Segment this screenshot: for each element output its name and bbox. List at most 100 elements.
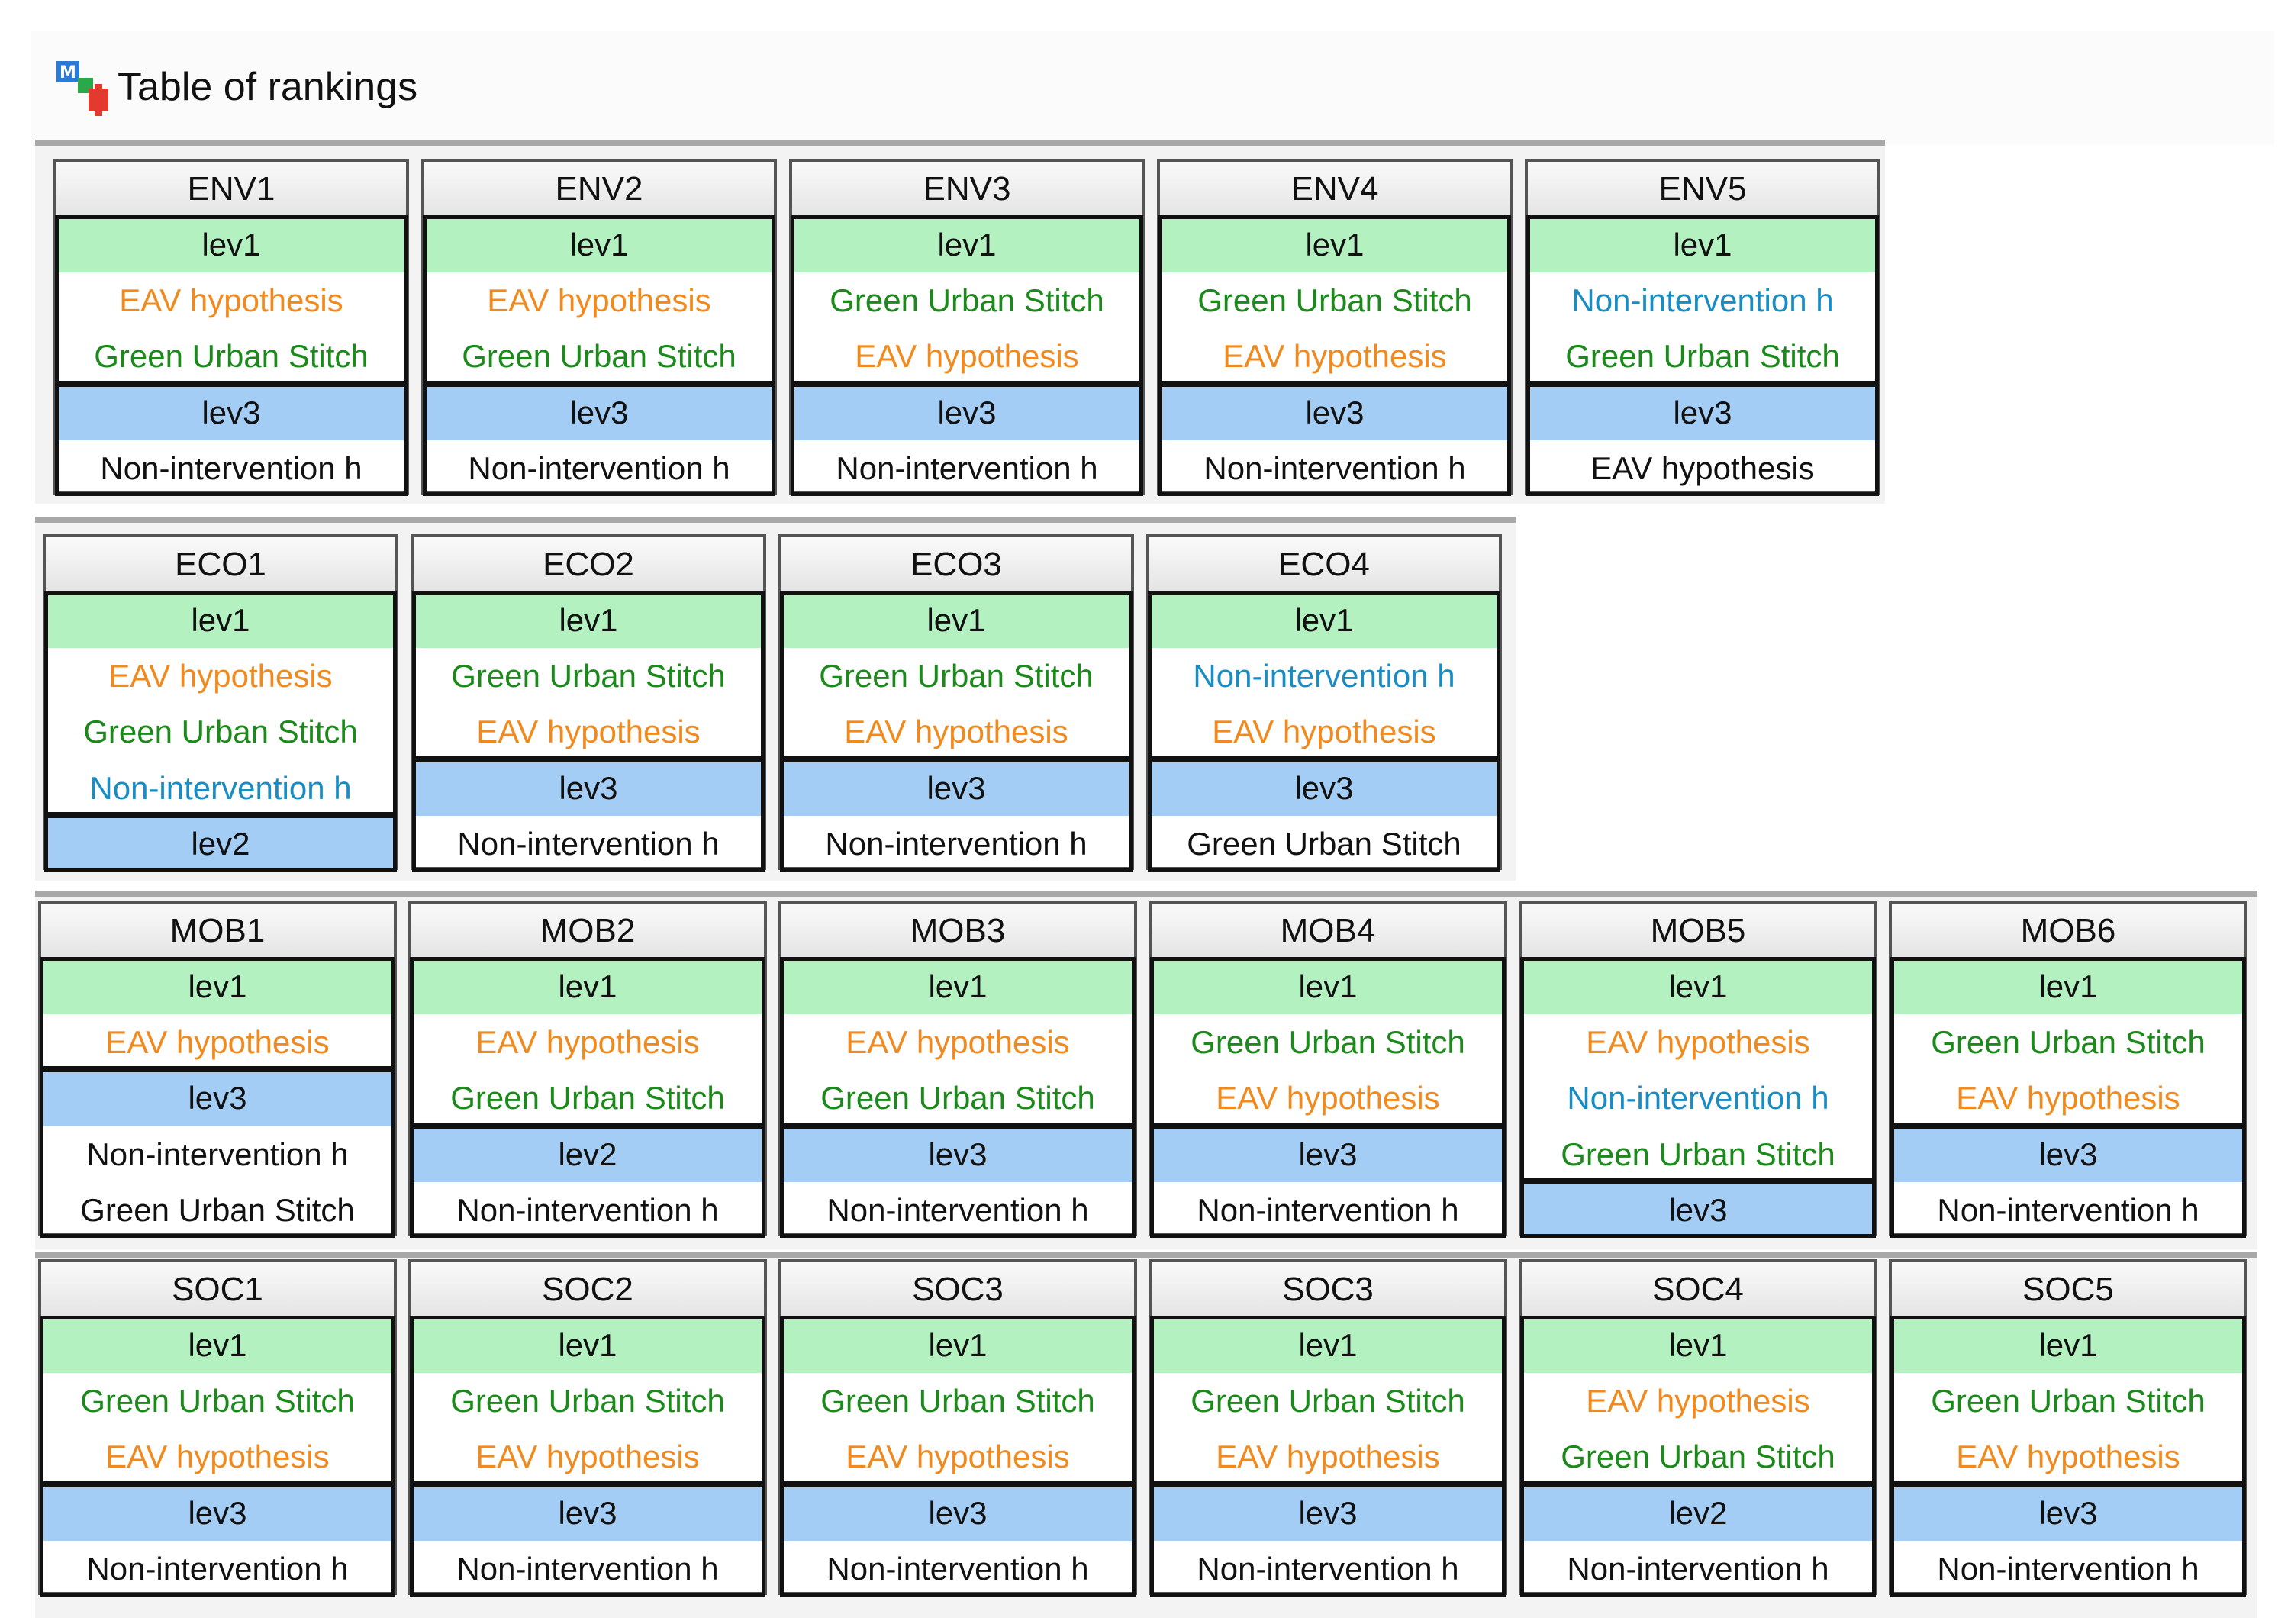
ranking-panel-eco3: ECO3 lev1 Green Urban Stitch EAV hypothesis… [778, 534, 1134, 872]
ranking-option-cell: Green Urban Stitch [94, 338, 369, 375]
ranking-panel-env5: ENV5 lev1 Non-intervention h Green Urban St… [1525, 159, 1880, 496]
ranking-option-cell: Non-intervention h [86, 1550, 349, 1587]
level-cell: lev3 [1149, 759, 1499, 816]
panel-body: lev1 Green Urban Stitch EAV hypothesis lev3… [410, 1316, 765, 1597]
level-cell: lev3 [1152, 1484, 1504, 1541]
level-cell: lev3 [414, 759, 763, 816]
ranking-option-cell: Non-intervention h [1567, 1550, 1829, 1587]
panel-header: MOB2 [411, 904, 764, 960]
ranking-panel-mob6: MOB6 lev1 Green Urban Stitch EAV hypothesis… [1889, 901, 2247, 1238]
panel-body: lev1 EAV hypothesis Green Urban Stitch Non-… [44, 591, 397, 872]
ranking-option-cell: Non-intervention h [89, 769, 352, 806]
level-cell: lev1 [781, 959, 1134, 1015]
ranking-panel-eco4: ECO4 lev1 Non-intervention h EAV hypothesis… [1146, 534, 1502, 872]
ranking-option-cell: Green Urban Stitch [1187, 825, 1461, 862]
panel-body: lev1 Green Urban Stitch EAV hypothesis lev3… [412, 591, 765, 872]
ranking-option-cell: EAV hypothesis [1586, 1383, 1810, 1419]
level-cell: lev2 [411, 1126, 764, 1182]
panel-body: lev1 EAV hypothesis Green Urban Stitch lev3… [423, 215, 775, 496]
level-cell: lev1 [41, 959, 394, 1015]
level-cell: lev1 [46, 592, 395, 649]
level-cell: lev1 [1522, 1317, 1874, 1374]
panel-header: MOB5 [1522, 904, 1874, 960]
panel-body: lev1 EAV hypothesis Non-intervention h Gree… [1520, 957, 1876, 1238]
level-cell: lev1 [1149, 592, 1499, 649]
ranking-option-cell: Green Urban Stitch [1197, 282, 1472, 319]
ranking-option-cell: Non-intervention h [1193, 658, 1455, 694]
ranking-option-cell: Green Urban Stitch [819, 658, 1094, 694]
ranking-option-cell: Green Urban Stitch [83, 714, 358, 750]
level-cell: lev1 [781, 1317, 1134, 1374]
level-cell: lev3 [411, 1484, 764, 1541]
level-cell: lev1 [56, 217, 406, 273]
ranking-option-cell: Green Urban Stitch [1565, 338, 1840, 375]
panel-header: SOC3 [1152, 1262, 1504, 1319]
ranking-option-cell: Non-intervention h [1937, 1191, 2199, 1228]
ranking-option-cell: Green Urban Stitch [1191, 1024, 1465, 1061]
ranking-option-cell: EAV hypothesis [105, 1439, 330, 1475]
level-cell: lev1 [781, 592, 1131, 649]
level-cell: lev1 [414, 592, 763, 649]
ranking-option-cell: Green Urban Stitch [80, 1191, 355, 1228]
panel-body: lev1 Non-intervention h EAV hypothesis lev3… [1148, 591, 1500, 872]
ranking-option-cell: Non-intervention h [86, 1136, 349, 1172]
ranking-option-cell: Green Urban Stitch [820, 1080, 1095, 1116]
panel-body: lev1 EAV hypothesis Green Urban Stitch lev3… [780, 957, 1136, 1238]
ranking-panel-soc3: SOC3 lev1 Green Urban Stitch EAV hypothesis… [1149, 1259, 1507, 1597]
ranking-option-cell: Non-intervention h [100, 450, 362, 486]
level-cell: lev3 [1522, 1181, 1874, 1238]
level-cell: lev3 [1892, 1126, 2244, 1182]
ranking-option-cell: EAV hypothesis [475, 1439, 700, 1475]
panel-body: lev1 Green Urban Stitch EAV hypothesis lev3… [1150, 1316, 1506, 1597]
ranking-option-cell: Non-intervention h [826, 1550, 1089, 1587]
ranking-option-cell: EAV hypothesis [844, 714, 1068, 750]
ranking-option-cell: Non-intervention h [825, 825, 1087, 862]
level-cell: lev3 [781, 759, 1131, 816]
panel-body: lev1 EAV hypothesis lev3 Non-intervention h… [40, 957, 395, 1238]
ranking-option-cell: Non-intervention h [468, 450, 730, 486]
panel-header: ENV5 [1528, 162, 1877, 218]
panel-header: SOC2 [411, 1262, 764, 1319]
level-cell: lev3 [792, 384, 1142, 440]
ranking-option-cell: EAV hypothesis [108, 658, 333, 694]
panel-header: ECO3 [781, 537, 1131, 594]
panel-header: MOB4 [1152, 904, 1504, 960]
ranking-panel-env4: ENV4 lev1 Green Urban Stitch EAV hypothesis… [1157, 159, 1513, 496]
panel-body: lev1 Green Urban Stitch EAV hypothesis lev3… [1158, 215, 1511, 496]
ranking-option-cell: Green Urban Stitch [1561, 1439, 1835, 1475]
ranking-option-cell: EAV hypothesis [119, 282, 343, 319]
level-cell: lev3 [41, 1484, 394, 1541]
ranking-option-cell: Non-intervention h [457, 825, 720, 862]
level-cell: lev3 [781, 1126, 1134, 1182]
ranking-option-cell: EAV hypothesis [846, 1024, 1070, 1061]
panel-header: MOB1 [41, 904, 394, 960]
ranking-panel-env3: ENV3 lev1 Green Urban Stitch EAV hypothesis… [789, 159, 1145, 496]
panel-header: ECO4 [1149, 537, 1499, 594]
panel-body: lev1 Green Urban Stitch EAV hypothesis lev3… [780, 1316, 1136, 1597]
panel-body: lev1 Green Urban Stitch EAV hypothesis lev3… [1890, 957, 2246, 1238]
level-cell: lev3 [41, 1070, 394, 1126]
ranking-panel-soc1: SOC1 lev1 Green Urban Stitch EAV hypothesis… [38, 1259, 397, 1597]
level-cell: lev1 [1892, 1317, 2244, 1374]
level-cell: lev3 [1160, 384, 1510, 440]
ranking-option-cell: Green Urban Stitch [1561, 1136, 1835, 1172]
ranking-option-cell: Green Urban Stitch [80, 1383, 355, 1419]
panel-body: lev1 Green Urban Stitch EAV hypothesis lev3… [1890, 1316, 2246, 1597]
ranking-option-cell: Non-intervention h [1203, 450, 1466, 486]
ranking-option-cell: Non-intervention h [456, 1550, 719, 1587]
ranking-option-cell: Green Urban Stitch [1191, 1383, 1465, 1419]
panel-body: lev1 EAV hypothesis Green Urban Stitch lev2… [1520, 1316, 1876, 1597]
level-cell: lev3 [56, 384, 406, 440]
ranking-option-cell: EAV hypothesis [1590, 450, 1815, 486]
ranking-option-cell: EAV hypothesis [846, 1439, 1070, 1475]
level-cell: lev3 [424, 384, 774, 440]
panel-header: ENV4 [1160, 162, 1510, 218]
level-cell: lev1 [424, 217, 774, 273]
ranking-option-cell: Green Urban Stitch [1931, 1024, 2206, 1061]
level-cell: lev2 [1522, 1484, 1874, 1541]
level-cell: lev1 [1892, 959, 2244, 1015]
ranking-panel-mob2: MOB2 lev1 EAV hypothesis Green Urban Stitch… [408, 901, 767, 1238]
ranking-panel-env1: ENV1 lev1 EAV hypothesis Green Urban Stitch… [53, 159, 409, 496]
ranking-option-cell: Non-intervention h [836, 450, 1098, 486]
ranking-panel-mob4: MOB4 lev1 Green Urban Stitch EAV hypothesis… [1149, 901, 1507, 1238]
